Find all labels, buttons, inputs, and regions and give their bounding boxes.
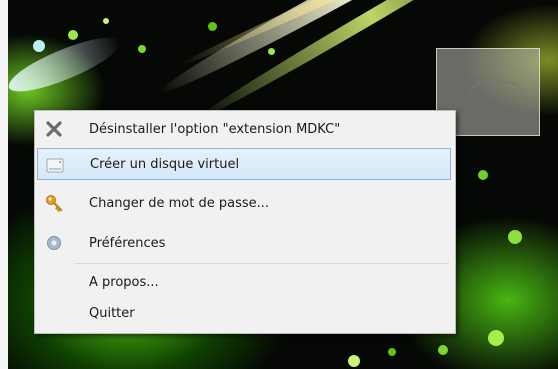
menu-item-quit[interactable]: Quitter [37, 297, 451, 329]
menu-item-change-password[interactable]: Changer de mot de passe... [37, 187, 451, 219]
wallpaper-drop [348, 355, 360, 367]
wallpaper-drop [68, 30, 78, 40]
wallpaper-drop [33, 40, 45, 52]
menu-item-label: Changer de mot de passe... [89, 195, 270, 211]
key-icon [46, 195, 63, 212]
menu-item-preferences[interactable]: Préférences [37, 227, 451, 259]
menu-separator [75, 263, 449, 264]
wallpaper-drop [488, 330, 504, 346]
menu-item-about[interactable]: A propos... [37, 266, 451, 298]
close-x-icon [46, 121, 62, 137]
wallpaper-drop [478, 170, 488, 180]
desktop-edge [0, 0, 8, 369]
wallpaper-drop [138, 45, 146, 53]
wallpaper-drop [388, 348, 396, 356]
context-menu: Désinstaller l'option "extension MDKC" C… [34, 110, 456, 334]
wallpaper-drop [268, 48, 275, 55]
menu-item-create-virtual-disk[interactable]: Créer un disque virtuel [37, 148, 451, 180]
menu-item-label: Créer un disque virtuel [90, 156, 240, 172]
gear-icon [47, 236, 61, 250]
wallpaper-drop [508, 230, 522, 244]
menu-item-label: A propos... [89, 274, 159, 290]
menu-item-label: Désinstaller l'option "extension MDKC" [89, 121, 341, 137]
menu-item-uninstall-extension[interactable]: Désinstaller l'option "extension MDKC" [37, 113, 451, 145]
wallpaper-shape [467, 79, 527, 118]
wallpaper-streak [2, 29, 126, 100]
wallpaper-drop [208, 22, 217, 31]
wallpaper-drop [103, 18, 109, 24]
disk-drive-icon [46, 158, 64, 173]
menu-item-label: Préférences [89, 235, 166, 251]
menu-item-label: Quitter [89, 305, 135, 321]
wallpaper-drop [438, 345, 448, 355]
